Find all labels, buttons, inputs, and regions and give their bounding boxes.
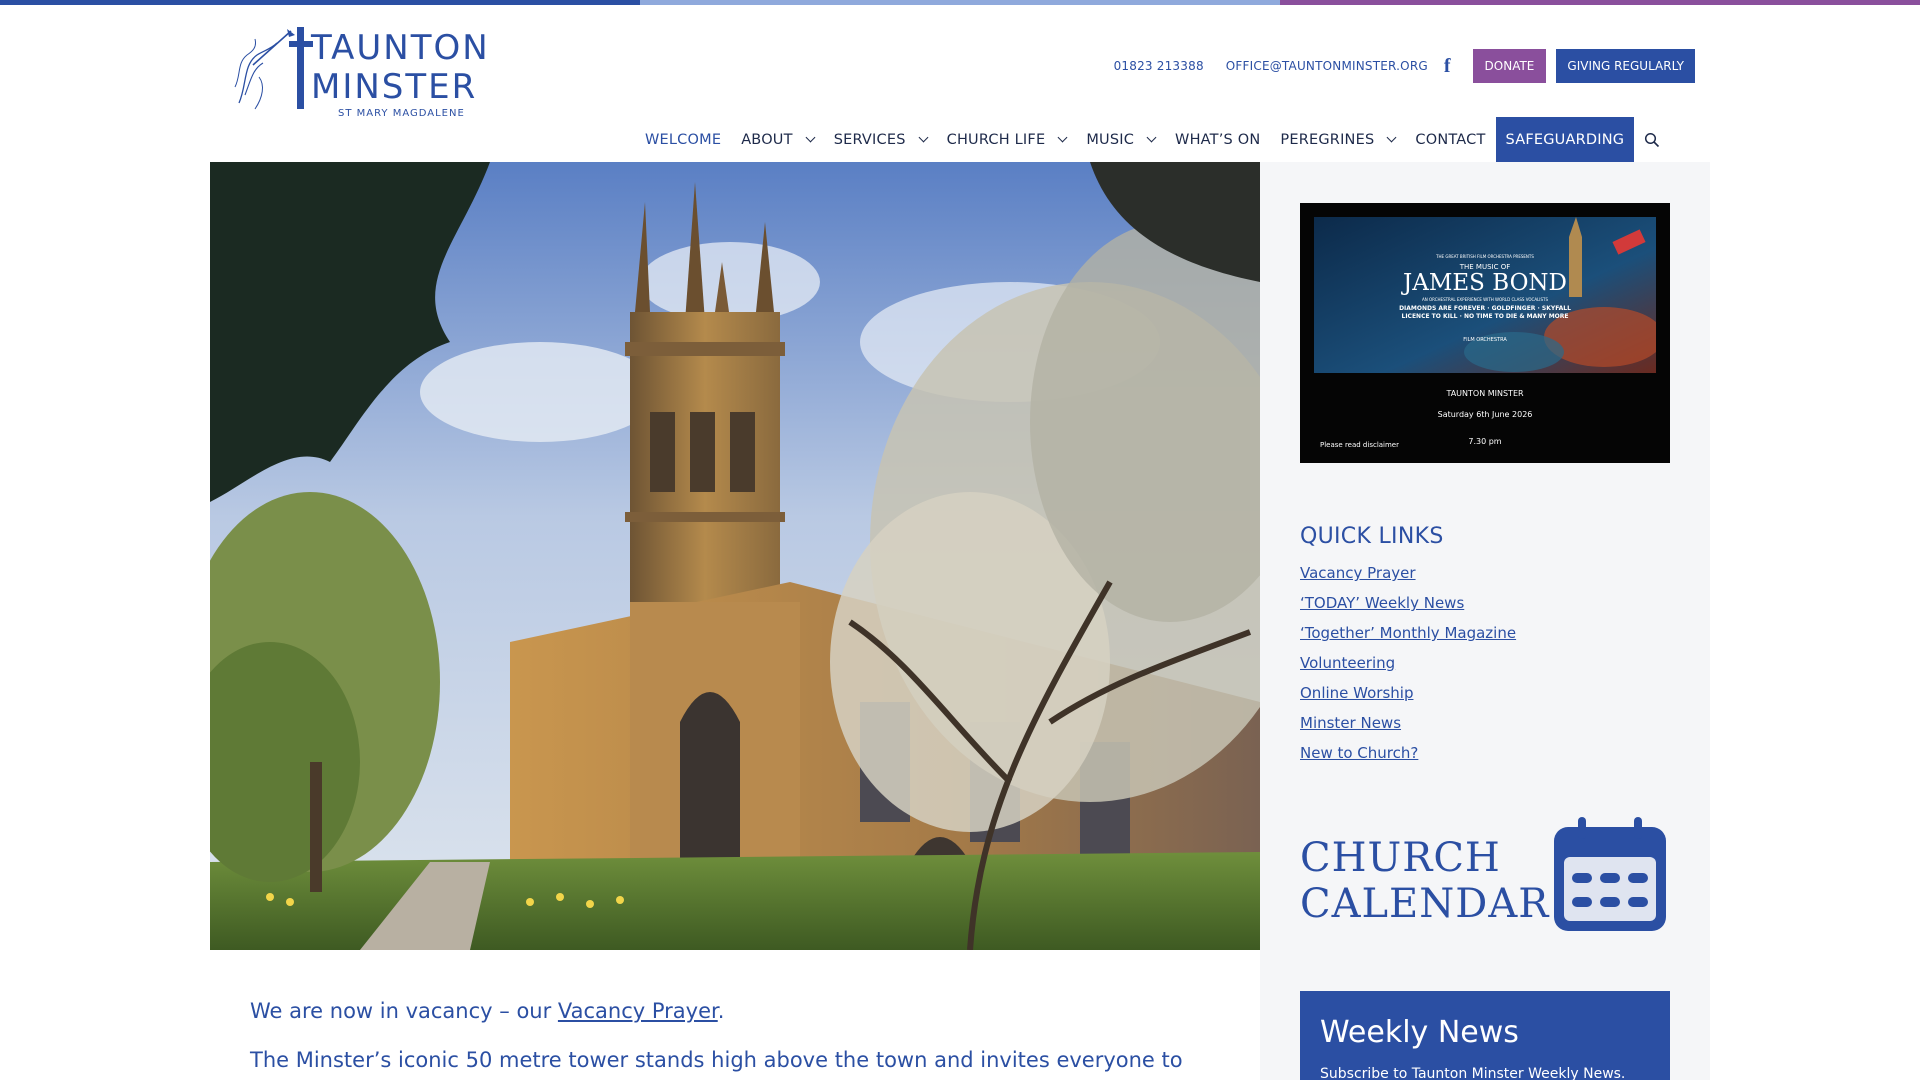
- donate-button[interactable]: DONATE: [1472, 49, 1547, 83]
- chevron-down-icon: [1146, 132, 1157, 143]
- quick-link-volunteering[interactable]: Volunteering: [1300, 652, 1516, 682]
- church-calendar-label: CHURCH CALENDAR: [1300, 835, 1549, 927]
- weekly-news-text: Subscribe to Taunton Minster Weekly News…: [1320, 1066, 1626, 1080]
- quick-link-vacancy-prayer[interactable]: Vacancy Prayer: [1300, 562, 1516, 592]
- calendar-line-2: CALENDAR: [1300, 881, 1550, 927]
- poster-orchestra: FILM ORCHESTRA: [1463, 337, 1507, 343]
- nav-item-safeguarding[interactable]: SAFEGUARDING: [1495, 117, 1635, 162]
- poster-venue: TAUNTON MINSTER: [1446, 389, 1524, 398]
- chevron-down-icon: [805, 132, 816, 143]
- church-calendar-link[interactable]: CHURCH CALENDAR: [1300, 815, 1670, 935]
- main-navigation: WELCOME ABOUT SERVICES CHURCH LIFE MUSIC…: [635, 117, 1670, 162]
- intro-vacancy-suffix: .: [717, 999, 725, 1023]
- nav-label: WELCOME: [645, 131, 722, 148]
- nav-item-welcome[interactable]: WELCOME: [635, 117, 731, 162]
- site-header: TAUNTON MINSTER ST MARY MAGDALENE 01823 …: [0, 5, 1920, 162]
- chevron-down-icon: [1057, 132, 1068, 143]
- nav-label: WHAT’S ON: [1175, 131, 1261, 148]
- poster-disclaimer: Please read disclaimer: [1320, 441, 1399, 449]
- nav-item-music[interactable]: MUSIC: [1076, 117, 1165, 162]
- quick-link-new-to-church[interactable]: New to Church?: [1300, 742, 1516, 772]
- weekly-news-box: Weekly News Subscribe to Taunton Minster…: [1300, 991, 1670, 1080]
- nav-label: CHURCH LIFE: [946, 131, 1046, 148]
- nav-label: ABOUT: [741, 131, 793, 148]
- logo-text-minster: MINSTER: [311, 67, 478, 107]
- nav-item-services[interactable]: SERVICES: [824, 117, 937, 162]
- hero-church-image: [210, 162, 1260, 950]
- poster-songs-2: LICENCE TO KILL · NO TIME TO DIE & MANY …: [1401, 313, 1569, 320]
- nav-item-peregrines[interactable]: PEREGRINES: [1270, 117, 1405, 162]
- nav-item-about[interactable]: ABOUT: [731, 117, 824, 162]
- chevron-down-icon: [1386, 132, 1397, 143]
- nav-item-contact[interactable]: CONTACT: [1405, 117, 1495, 162]
- phone-link[interactable]: 01823 213388: [1114, 59, 1204, 73]
- chevron-down-icon: [918, 132, 929, 143]
- vacancy-prayer-link[interactable]: Vacancy Prayer: [558, 999, 718, 1023]
- quick-link-together-magazine[interactable]: ‘Together’ Monthly Magazine: [1300, 622, 1516, 652]
- calendar-line-1: CHURCH: [1300, 835, 1501, 881]
- logo-subtitle: ST MARY MAGDALENE: [338, 108, 465, 119]
- poster-presenter: THE GREAT BRITISH FILM ORCHESTRA PRESENT…: [1436, 254, 1534, 259]
- email-link[interactable]: OFFICE@TAUNTONMINSTER.ORG: [1226, 59, 1428, 73]
- quick-links-title: QUICK LINKS: [1300, 524, 1444, 549]
- intro-tower-paragraph: The Minster’s iconic 50 metre tower stan…: [250, 1048, 1183, 1072]
- quick-links-list: Vacancy Prayer ‘TODAY’ Weekly News ‘Toge…: [1300, 562, 1516, 772]
- nav-label: CONTACT: [1415, 131, 1486, 148]
- nav-label: SAFEGUARDING: [1505, 131, 1625, 148]
- poster-title: JAMES BOND: [1403, 270, 1567, 296]
- nav-label: SERVICES: [833, 131, 906, 148]
- intro-vacancy-prefix: We are now in vacancy – our: [250, 999, 558, 1023]
- james-bond-event-poster[interactable]: THE GREAT BRITISH FILM ORCHESTRA PRESENT…: [1300, 203, 1670, 463]
- site-logo[interactable]: TAUNTON MINSTER ST MARY MAGDALENE: [233, 25, 488, 119]
- nav-label: PEREGRINES: [1280, 131, 1375, 148]
- search-icon[interactable]: [1634, 117, 1670, 162]
- quick-link-today-weekly-news[interactable]: ‘TODAY’ Weekly News: [1300, 592, 1516, 622]
- poster-tagline: AN ORCHESTRAL EXPERIENCE WITH WORLD CLAS…: [1422, 297, 1548, 302]
- nav-item-whats-on[interactable]: WHAT’S ON: [1165, 117, 1270, 162]
- poster-songs-1: DIAMONDS ARE FOREVER · GOLDFINGER · SKYF…: [1399, 305, 1571, 312]
- logo-text-taunton: TAUNTON: [311, 28, 490, 68]
- poster-date: Saturday 6th June 2026: [1437, 410, 1533, 419]
- giving-regularly-button[interactable]: GIVING REGULARLY: [1556, 49, 1695, 83]
- nav-item-church-life[interactable]: CHURCH LIFE: [937, 117, 1077, 162]
- intro-text: We are now in vacancy – our Vacancy Pray…: [250, 998, 1210, 1080]
- angel-trumpet-logo-icon: [234, 27, 313, 110]
- quick-link-online-worship[interactable]: Online Worship: [1300, 682, 1516, 712]
- nav-label: MUSIC: [1086, 131, 1135, 148]
- quick-link-minster-news[interactable]: Minster News: [1300, 712, 1516, 742]
- facebook-icon[interactable]: f: [1444, 55, 1451, 78]
- calendar-icon: [1554, 817, 1666, 931]
- contact-bar: 01823 213388 OFFICE@TAUNTONMINSTER.ORG f…: [1092, 49, 1695, 83]
- weekly-news-title: Weekly News: [1320, 1015, 1519, 1050]
- intro-vacancy-paragraph: We are now in vacancy – our Vacancy Pray…: [250, 998, 1210, 1024]
